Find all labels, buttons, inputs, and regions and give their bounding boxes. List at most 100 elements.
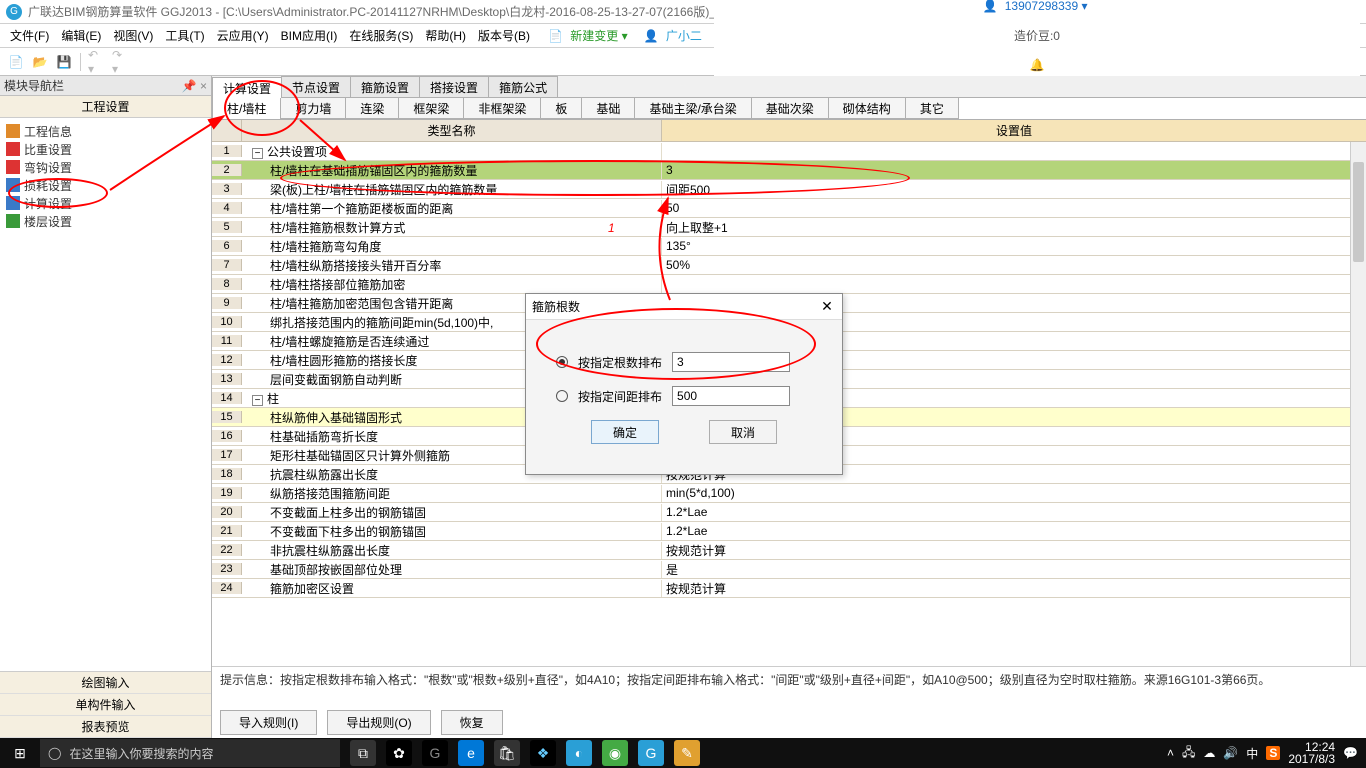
- tab2-item[interactable]: 柱/墙柱: [212, 98, 281, 119]
- tab2-item[interactable]: 基础: [581, 98, 635, 119]
- task-edge-icon[interactable]: e: [458, 740, 484, 766]
- tab1-item[interactable]: 搭接设置: [419, 76, 489, 97]
- save-icon[interactable]: 💾: [54, 52, 74, 72]
- tab1-item[interactable]: 计算设置: [212, 77, 282, 98]
- menu-file[interactable]: 文件(F): [6, 25, 53, 46]
- table-row[interactable]: 2柱/墙柱在基础插筋锚固区内的箍筋数量3: [212, 161, 1366, 180]
- expand-icon[interactable]: −: [252, 148, 263, 159]
- user2-icon[interactable]: 👤 广小二: [640, 25, 710, 46]
- tree-item[interactable]: 弯钩设置: [6, 158, 205, 176]
- expand-icon[interactable]: −: [252, 395, 263, 406]
- tray-net-icon[interactable]: 🖧: [1182, 743, 1195, 764]
- tray-notification-icon[interactable]: 💬: [1343, 746, 1358, 760]
- left-tab-draw[interactable]: 绘图输入: [0, 672, 211, 694]
- user-phone[interactable]: 👤 13907298339 ▾: [978, 0, 1095, 15]
- table-row[interactable]: 6柱/墙柱箍筋弯勾角度135°: [212, 237, 1366, 256]
- menu-edit[interactable]: 编辑(E): [57, 25, 105, 46]
- tree-item[interactable]: 比重设置: [6, 140, 205, 158]
- menu-online[interactable]: 在线服务(S): [345, 25, 417, 46]
- start-button[interactable]: ⊞: [0, 745, 40, 762]
- undo-icon[interactable]: ↶ ▾: [87, 52, 107, 72]
- menu-bim[interactable]: BIM应用(I): [277, 25, 342, 46]
- menu-tool[interactable]: 工具(T): [161, 25, 208, 46]
- tray-clock[interactable]: 12:242017/8/3: [1288, 741, 1335, 765]
- task-app4-icon[interactable]: ◐: [566, 740, 592, 766]
- row-value[interactable]: 50%: [662, 258, 1366, 272]
- new-icon[interactable]: 📄: [6, 52, 26, 72]
- row-value[interactable]: min(5*d,100): [662, 486, 1366, 500]
- row-value[interactable]: 间距500: [662, 181, 1366, 198]
- notify-icon[interactable]: 🔔: [1025, 56, 1048, 74]
- task-app2-icon[interactable]: G: [422, 740, 448, 766]
- table-row[interactable]: 1−公共设置项: [212, 142, 1366, 161]
- menu-view[interactable]: 视图(V): [109, 25, 157, 46]
- dialog-close-icon[interactable]: ✕: [818, 298, 836, 315]
- table-row[interactable]: 21不变截面下柱多出的钢筋锚固1.2*Lae: [212, 522, 1366, 541]
- open-icon[interactable]: 📂: [30, 52, 50, 72]
- table-row[interactable]: 3梁(板)上柱/墙柱在插筋锚固区内的箍筋数量间距500: [212, 180, 1366, 199]
- row-value[interactable]: 按规范计算: [662, 542, 1366, 559]
- table-row[interactable]: 4柱/墙柱第一个箍筋距楼板面的距离50: [212, 199, 1366, 218]
- menu-version[interactable]: 版本号(B): [474, 25, 534, 46]
- task-app5-icon[interactable]: ◉: [602, 740, 628, 766]
- table-row[interactable]: 19纵筋搭接范围箍筋间距min(5*d,100): [212, 484, 1366, 503]
- redo-icon[interactable]: ↷ ▾: [111, 52, 131, 72]
- task-app1-icon[interactable]: ✿: [386, 740, 412, 766]
- task-ggj-icon[interactable]: G: [638, 740, 664, 766]
- dialog-cancel-button[interactable]: 取消: [709, 420, 777, 444]
- tray-vol-icon[interactable]: 🔊: [1223, 746, 1238, 760]
- spacing-input[interactable]: [672, 386, 790, 406]
- radio-by-count[interactable]: [556, 356, 568, 368]
- task-view-icon[interactable]: ⧉: [350, 740, 376, 766]
- restore-button[interactable]: 恢复: [441, 710, 503, 735]
- table-row[interactable]: 7柱/墙柱纵筋搭接接头错开百分率50%: [212, 256, 1366, 275]
- pin-icon[interactable]: 📌 ×: [182, 79, 207, 93]
- tree-item[interactable]: 损耗设置: [6, 176, 205, 194]
- menu-cloud[interactable]: 云应用(Y): [213, 25, 273, 46]
- tab2-item[interactable]: 砌体结构: [828, 98, 906, 119]
- tree-item[interactable]: 工程信息: [6, 122, 205, 140]
- tab2-item[interactable]: 其它: [905, 98, 959, 119]
- row-value[interactable]: 1.2*Lae: [662, 524, 1366, 538]
- table-row[interactable]: 24箍筋加密区设置按规范计算: [212, 579, 1366, 598]
- row-value[interactable]: 3: [662, 163, 1366, 177]
- tab2-item[interactable]: 非框架梁: [463, 98, 541, 119]
- row-value[interactable]: 是: [662, 561, 1366, 578]
- table-row[interactable]: 22非抗震柱纵筋露出长度按规范计算: [212, 541, 1366, 560]
- row-value[interactable]: 135°: [662, 239, 1366, 253]
- tab1-item[interactable]: 节点设置: [281, 76, 351, 97]
- table-row[interactable]: 5柱/墙柱箍筋根数计算方式向上取整+1: [212, 218, 1366, 237]
- task-store-icon[interactable]: 🛍: [494, 740, 520, 766]
- row-value[interactable]: 按规范计算: [662, 580, 1366, 597]
- import-rule-button[interactable]: 导入规则(I): [220, 710, 317, 735]
- export-rule-button[interactable]: 导出规则(O): [327, 710, 430, 735]
- left-tab-report[interactable]: 报表预览: [0, 716, 211, 738]
- tree-item[interactable]: 计算设置: [6, 194, 205, 212]
- row-value[interactable]: 50: [662, 201, 1366, 215]
- count-input[interactable]: [672, 352, 790, 372]
- new-change-button[interactable]: 📄 新建变更 ▾: [544, 25, 636, 46]
- row-value[interactable]: 向上取整+1: [662, 219, 1366, 236]
- taskbar-search[interactable]: ◯ 在这里输入你要搜索的内容: [40, 739, 340, 767]
- tab1-item[interactable]: 箍筋设置: [350, 76, 420, 97]
- left-tab-single[interactable]: 单构件输入: [0, 694, 211, 716]
- row-value[interactable]: 1.2*Lae: [662, 505, 1366, 519]
- tray-ime-s[interactable]: S: [1266, 746, 1280, 760]
- tab2-item[interactable]: 板: [540, 98, 582, 119]
- tab2-item[interactable]: 框架梁: [398, 98, 464, 119]
- vertical-scrollbar[interactable]: [1350, 142, 1366, 666]
- tab2-item[interactable]: 基础主梁/承台梁: [634, 98, 751, 119]
- project-settings-header[interactable]: 工程设置: [0, 96, 211, 118]
- table-row[interactable]: 23基础顶部按嵌固部位处理是: [212, 560, 1366, 579]
- menu-help[interactable]: 帮助(H): [421, 25, 470, 46]
- tray-cloud-icon[interactable]: ☁: [1203, 746, 1215, 760]
- tab2-item[interactable]: 基础次梁: [751, 98, 829, 119]
- dialog-ok-button[interactable]: 确定: [591, 420, 659, 444]
- task-app6-icon[interactable]: ✎: [674, 740, 700, 766]
- tray-ime-cn[interactable]: 中: [1246, 745, 1258, 762]
- tab2-item[interactable]: 连梁: [345, 98, 399, 119]
- tree-item[interactable]: 楼层设置: [6, 212, 205, 230]
- table-row[interactable]: 20不变截面上柱多出的钢筋锚固1.2*Lae: [212, 503, 1366, 522]
- tab1-item[interactable]: 箍筋公式: [488, 76, 558, 97]
- radio-by-spacing[interactable]: [556, 390, 568, 402]
